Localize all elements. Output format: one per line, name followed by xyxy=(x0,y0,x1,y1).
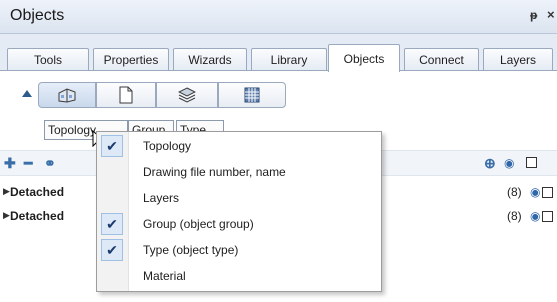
expand-arrow-icon[interactable]: ▶ xyxy=(3,210,10,221)
close-icon[interactable]: × xyxy=(547,7,555,22)
visibility-checkbox[interactable] xyxy=(542,211,553,222)
tab-objects[interactable]: Objects xyxy=(328,44,400,72)
check-icon: ✔ xyxy=(101,135,123,157)
check-icon: ✔ xyxy=(101,239,123,261)
tab-label: Properties xyxy=(103,52,159,67)
check-icon: ✔ xyxy=(101,213,123,235)
tab-label: Objects xyxy=(343,51,385,66)
menu-item-label: Topology xyxy=(143,139,192,153)
row-label: Detached xyxy=(10,209,65,223)
remove-icon[interactable]: ━ xyxy=(24,155,32,172)
expand-arrow-icon[interactable]: ▶ xyxy=(3,186,10,197)
tab-layers[interactable]: Layers xyxy=(483,48,553,70)
tab-label: Tools xyxy=(33,52,62,67)
menu-item-material[interactable]: Material xyxy=(97,264,381,288)
add-icon[interactable]: ✚ xyxy=(4,155,16,172)
menu-item-label: Group (object group) xyxy=(143,217,254,231)
menu-item-label: Material xyxy=(143,269,186,283)
menu-item-label: Layers xyxy=(143,191,180,205)
view-button-document[interactable] xyxy=(96,82,156,108)
grid-icon xyxy=(244,87,260,103)
view-button-building[interactable] xyxy=(38,82,96,108)
window-title: Objects xyxy=(10,7,65,24)
menu-item-type[interactable]: ✔ Type (object type) xyxy=(97,238,381,262)
tab-library[interactable]: Library xyxy=(251,48,327,70)
row-count: (8) xyxy=(507,185,522,199)
objects-palette: Objects ᵽ × Tools Properties Wizards Lib… xyxy=(0,0,557,302)
tab-properties[interactable]: Properties xyxy=(93,48,169,70)
tab-connect[interactable]: Connect xyxy=(404,48,479,70)
document-icon xyxy=(119,86,133,104)
view-button-grid[interactable] xyxy=(218,82,286,108)
row-count: (8) xyxy=(507,209,522,223)
menu-item-drawing-file[interactable]: Drawing file number, name xyxy=(97,160,381,184)
zoom-icon[interactable]: ⊕ xyxy=(484,155,496,172)
tab-tools[interactable]: Tools xyxy=(7,48,89,70)
eye-icon[interactable]: ◉ xyxy=(530,185,540,199)
link-icon[interactable]: ⚭ xyxy=(44,155,56,172)
visibility-checkbox[interactable] xyxy=(542,187,553,198)
view-button-layers[interactable] xyxy=(156,82,218,108)
menu-item-group[interactable]: ✔ Group (object group) xyxy=(97,212,381,236)
menu-item-label: Type (object type) xyxy=(143,243,239,257)
tab-wizards[interactable]: Wizards xyxy=(173,48,247,70)
tab-label: Connect xyxy=(419,52,464,67)
eye-icon[interactable]: ◉ xyxy=(504,156,514,170)
title-bar: Objects ᵽ × xyxy=(0,0,557,34)
menu-item-label: Drawing file number, name xyxy=(143,165,286,179)
collapse-arrow-icon[interactable] xyxy=(22,90,32,97)
tab-label: Library xyxy=(270,52,308,67)
eye-icon[interactable]: ◉ xyxy=(530,209,540,223)
menu-item-layers[interactable]: Layers xyxy=(97,186,381,210)
checkbox-icon[interactable] xyxy=(526,157,537,168)
pin-icon[interactable]: ᵽ xyxy=(530,8,537,22)
layers-icon xyxy=(178,87,196,103)
tab-label: Wizards xyxy=(188,52,232,67)
grouping-context-menu: ✔ Topology Drawing file number, name Lay… xyxy=(96,131,382,292)
row-label: Detached xyxy=(10,185,65,199)
tab-label: Layers xyxy=(499,52,537,67)
chip-label: Topology xyxy=(48,123,97,137)
menu-item-topology[interactable]: ✔ Topology xyxy=(97,134,381,158)
building-icon xyxy=(58,88,76,103)
